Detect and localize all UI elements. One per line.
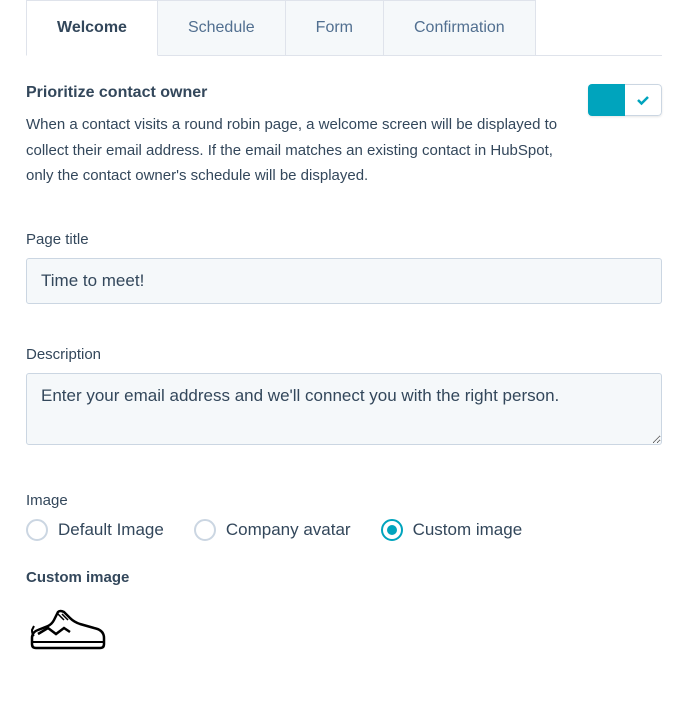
radio-company-avatar[interactable]: Company avatar <box>194 519 351 541</box>
radio-default-image[interactable]: Default Image <box>26 519 164 541</box>
radio-circle-icon <box>194 519 216 541</box>
description-label: Description <box>26 346 662 363</box>
radio-default-label: Default Image <box>58 520 164 540</box>
custom-image-label: Custom image <box>26 569 662 586</box>
prioritize-description: When a contact visits a round robin page… <box>26 112 568 189</box>
tab-form[interactable]: Form <box>286 0 384 56</box>
tab-schedule[interactable]: Schedule <box>158 0 286 56</box>
tabs: Welcome Schedule Form Confirmation <box>26 0 662 56</box>
page-title-label: Page title <box>26 231 662 248</box>
radio-custom-label: Custom image <box>413 520 523 540</box>
image-label: Image <box>26 492 662 509</box>
tab-welcome[interactable]: Welcome <box>26 0 158 56</box>
check-icon <box>635 92 651 108</box>
description-textarea[interactable] <box>26 373 662 445</box>
radio-company-label: Company avatar <box>226 520 351 540</box>
radio-circle-icon <box>26 519 48 541</box>
prioritize-toggle[interactable] <box>588 84 662 116</box>
page-title-input[interactable] <box>26 258 662 304</box>
prioritize-title: Prioritize contact owner <box>26 84 568 102</box>
radio-custom-image[interactable]: Custom image <box>381 519 523 541</box>
radio-circle-selected-icon <box>381 519 403 541</box>
tab-confirmation[interactable]: Confirmation <box>384 0 536 56</box>
sneaker-image <box>26 606 108 654</box>
